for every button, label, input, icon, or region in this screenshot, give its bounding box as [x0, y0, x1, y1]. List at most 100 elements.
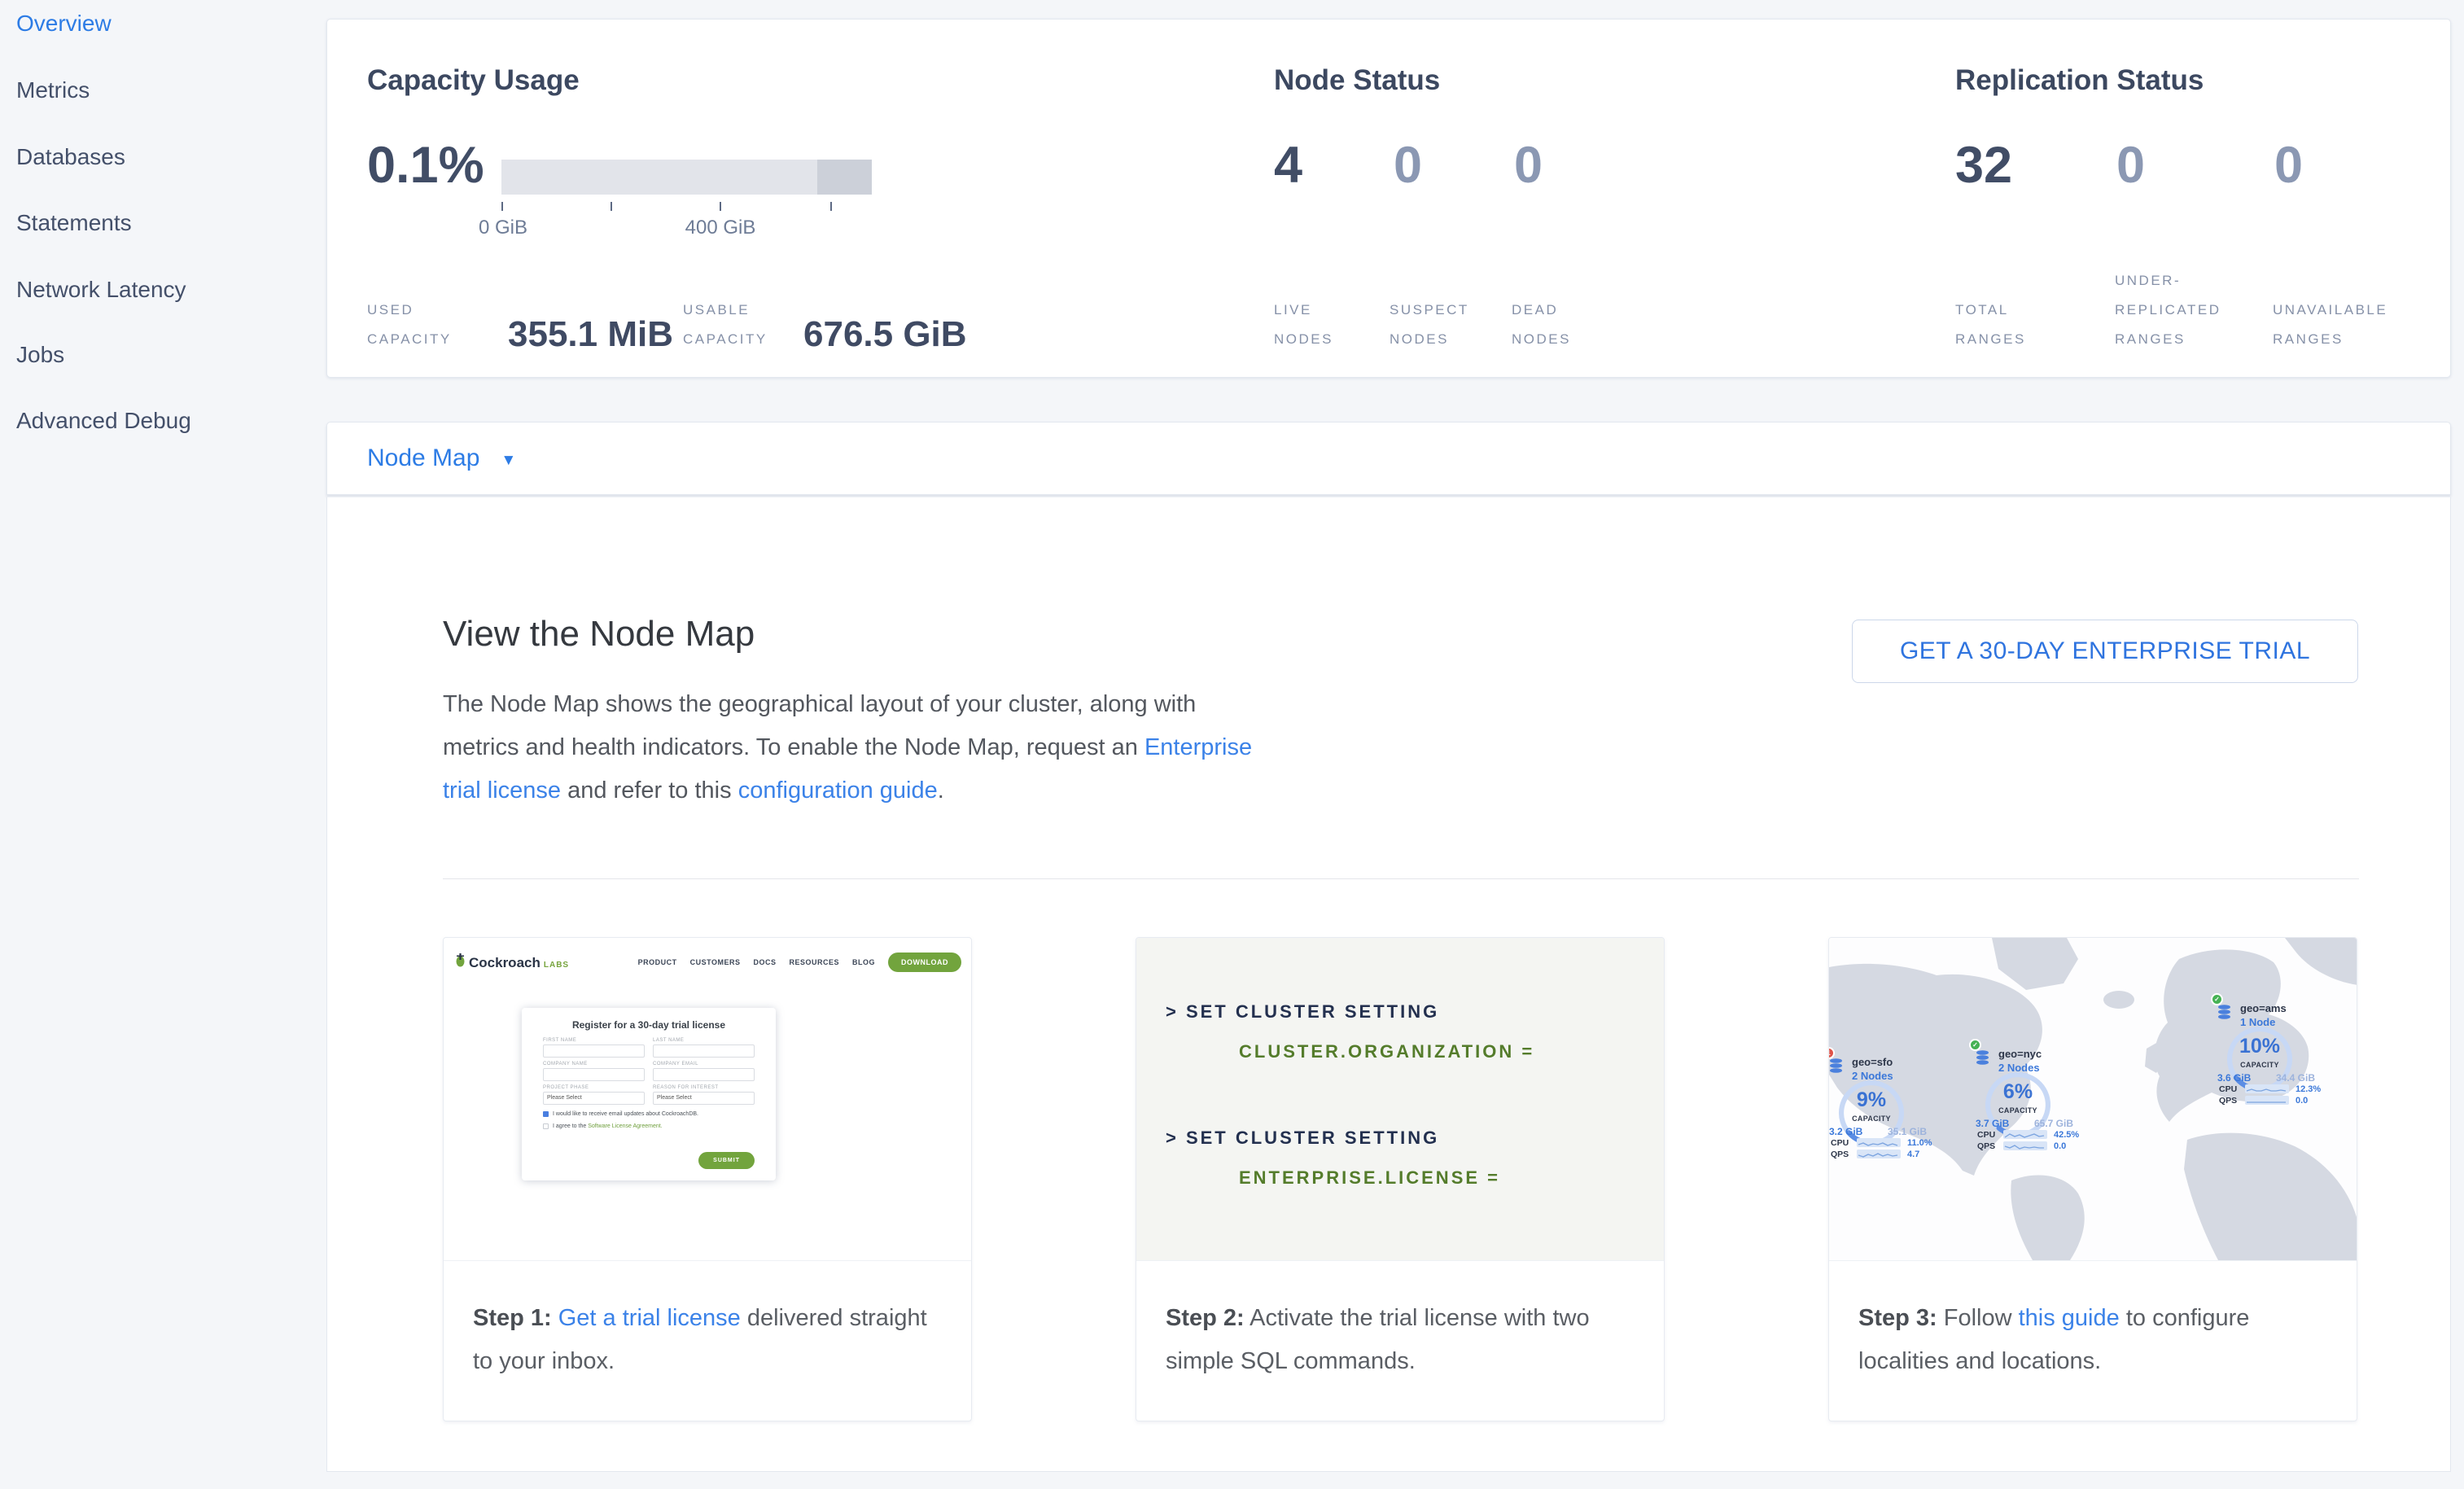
- divider: [443, 878, 2359, 879]
- cockroach-labs-logo: Cockroach LABS: [455, 953, 569, 971]
- sql-statement: > SET CLUSTER SETTING: [1166, 1128, 1439, 1149]
- capacity-used: 3.6 GiB: [2217, 1072, 2251, 1084]
- replication-status-title: Replication Status: [1955, 64, 2204, 97]
- node-status-title: Node Status: [1274, 64, 1440, 97]
- gauge-caption: CAPACITY: [1836, 1115, 1907, 1123]
- mini-download-button: DOWNLOAD: [888, 953, 961, 972]
- locality-name: geo=nyc: [1998, 1048, 2042, 1060]
- unavailable-ranges-count: 0: [2274, 140, 2303, 191]
- mini-field-label: LAST NAME: [653, 1038, 755, 1043]
- unavailable-ranges-label: UNAVAILABLE RANGES: [2273, 296, 2387, 354]
- sidebar-item-overview[interactable]: Overview: [16, 11, 112, 37]
- sidebar-item-advanced-debug[interactable]: Advanced Debug: [16, 408, 191, 434]
- mini-select: Please Select: [543, 1092, 645, 1105]
- axis-tick: [830, 202, 832, 211]
- this-guide-link[interactable]: this guide: [2019, 1305, 2120, 1331]
- get-trial-license-link[interactable]: Get a trial license: [558, 1305, 741, 1331]
- description-text: .: [938, 777, 944, 804]
- node-map-panel: View the Node Map The Node Map shows the…: [326, 497, 2451, 1472]
- cluster-summary-panel: Capacity Usage 0.1% 0 GiB 400 GiB USED C…: [326, 19, 2451, 378]
- database-icon: [2217, 1005, 2231, 1020]
- mini-checkbox-empty: [543, 1123, 549, 1129]
- step-2-caption: Step 2: Activate the trial license with …: [1136, 1260, 1664, 1421]
- sidebar-item-jobs[interactable]: Jobs: [16, 342, 64, 368]
- node-map-screenshot: 1 geo=sfo 2 Nodes 9% CAPACITY 3.2 GiB 35…: [1829, 938, 2357, 1260]
- cpu-sparkline: [2245, 1084, 2289, 1093]
- mini-select: Please Select: [653, 1092, 755, 1105]
- cpu-value: 11.0%: [1907, 1138, 1932, 1148]
- under-replicated-ranges-count: 0: [2116, 140, 2145, 191]
- mini-input: [543, 1068, 645, 1081]
- locality-name: geo=ams: [2240, 1002, 2287, 1014]
- mini-field-label: PROJECT PHASE: [543, 1085, 645, 1090]
- mini-field-label: COMPANY EMAIL: [653, 1062, 755, 1066]
- capacity-total: 65.7 GiB: [2034, 1118, 2073, 1129]
- gauge-percent: 6%: [1982, 1080, 2054, 1104]
- sql-statement: > SET CLUSTER SETTING: [1166, 1001, 1439, 1023]
- brand-suffix: LABS: [544, 961, 569, 970]
- step-2-card: > SET CLUSTER SETTING CLUSTER.ORGANIZATI…: [1136, 937, 1665, 1421]
- mini-field-label: COMPANY NAME: [543, 1062, 645, 1066]
- sql-setting-name: ENTERPRISE.LICENSE =: [1239, 1167, 1500, 1189]
- mini-submit-button: SUBMIT: [698, 1152, 755, 1169]
- total-ranges-label: TOTAL RANGES: [1955, 296, 2026, 354]
- gauge-percent: 9%: [1836, 1088, 1907, 1112]
- qps-label: QPS: [1977, 1141, 1995, 1151]
- mini-input: [543, 1044, 645, 1058]
- suspect-nodes-label: SUSPECT NODES: [1390, 296, 1469, 354]
- sql-setting-name: CLUSTER.ORGANIZATION =: [1239, 1041, 1534, 1062]
- mini-input: [653, 1068, 755, 1081]
- cpu-label: CPU: [2219, 1084, 2237, 1094]
- mini-field-label: REASON FOR INTEREST: [653, 1085, 755, 1090]
- mini-nav-customers: CUSTOMERS: [690, 958, 741, 966]
- dead-nodes-count: 0: [1514, 140, 1543, 191]
- capacity-used: 3.7 GiB: [1976, 1118, 2009, 1129]
- cpu-label: CPU: [1831, 1138, 1849, 1148]
- mini-nav-blog: BLOG: [852, 958, 875, 966]
- qps-label: QPS: [1831, 1150, 1849, 1159]
- mini-checkbox-text: I would like to receive email updates ab…: [553, 1111, 698, 1117]
- healthy-check-icon: ✓: [1969, 1039, 1981, 1051]
- sidebar-item-metrics[interactable]: Metrics: [16, 77, 90, 103]
- sidebar-item-network-latency[interactable]: Network Latency: [16, 277, 186, 303]
- suspect-nodes-count: 0: [1394, 140, 1422, 191]
- capacity-bar-reserved-segment: [817, 160, 872, 195]
- capacity-usage-title: Capacity Usage: [367, 64, 580, 97]
- used-capacity-value: 355.1 MiB: [508, 317, 673, 353]
- gauge-percent: 10%: [2224, 1035, 2296, 1058]
- brand-name: Cockroach: [469, 955, 541, 971]
- step-1-card: Cockroach LABS PRODUCT CUSTOMERS DOCS RE…: [443, 937, 972, 1421]
- view-selector-bar: Node Map ▼: [326, 422, 2451, 495]
- node-map-dropdown[interactable]: Node Map ▼: [367, 423, 516, 494]
- get-enterprise-trial-button[interactable]: GET A 30-DAY ENTERPRISE TRIAL: [1852, 620, 2358, 683]
- registration-screenshot: Cockroach LABS PRODUCT CUSTOMERS DOCS RE…: [444, 938, 971, 1260]
- configuration-guide-link[interactable]: configuration guide: [738, 777, 938, 804]
- mini-site-header: Cockroach LABS PRODUCT CUSTOMERS DOCS RE…: [455, 946, 961, 979]
- usable-capacity-value: 676.5 GiB: [803, 317, 967, 353]
- axis-tick: [501, 202, 503, 211]
- database-icon: [1829, 1058, 1843, 1074]
- sidebar: Overview Metrics Databases Statements Ne…: [0, 0, 326, 1489]
- qps-value: 0.0: [2054, 1141, 2066, 1151]
- mini-nav-product: PRODUCT: [638, 958, 677, 966]
- sidebar-item-databases[interactable]: Databases: [16, 144, 125, 170]
- axis-tick-label: 400 GiB: [685, 217, 756, 239]
- step-3-card: 1 geo=sfo 2 Nodes 9% CAPACITY 3.2 GiB 35…: [1828, 937, 2357, 1421]
- mini-form-title: Register for a 30-day trial license: [543, 1019, 755, 1031]
- capacity-used: 3.2 GiB: [1829, 1126, 1862, 1137]
- mini-license-link: Software License Agreement.: [588, 1123, 662, 1129]
- qps-label: QPS: [2219, 1096, 2237, 1106]
- mini-nav-docs: DOCS: [753, 958, 776, 966]
- live-nodes-count: 4: [1274, 140, 1302, 191]
- mini-site-nav: PRODUCT CUSTOMERS DOCS RESOURCES BLOG DO…: [638, 953, 961, 972]
- mini-checkbox-text: I agree to the Software License Agreemen…: [553, 1123, 663, 1129]
- qps-value: 0.0: [2296, 1096, 2308, 1106]
- sidebar-item-statements[interactable]: Statements: [16, 210, 132, 236]
- qps-sparkline: [1857, 1150, 1901, 1158]
- qps-sparkline: [2245, 1096, 2289, 1105]
- axis-tick-label: 0 GiB: [479, 217, 527, 239]
- mini-input: [653, 1044, 755, 1058]
- cpu-value: 12.3%: [2296, 1084, 2321, 1094]
- cockroach-bug-icon: [455, 953, 466, 967]
- node-map-dropdown-label: Node Map: [367, 445, 479, 472]
